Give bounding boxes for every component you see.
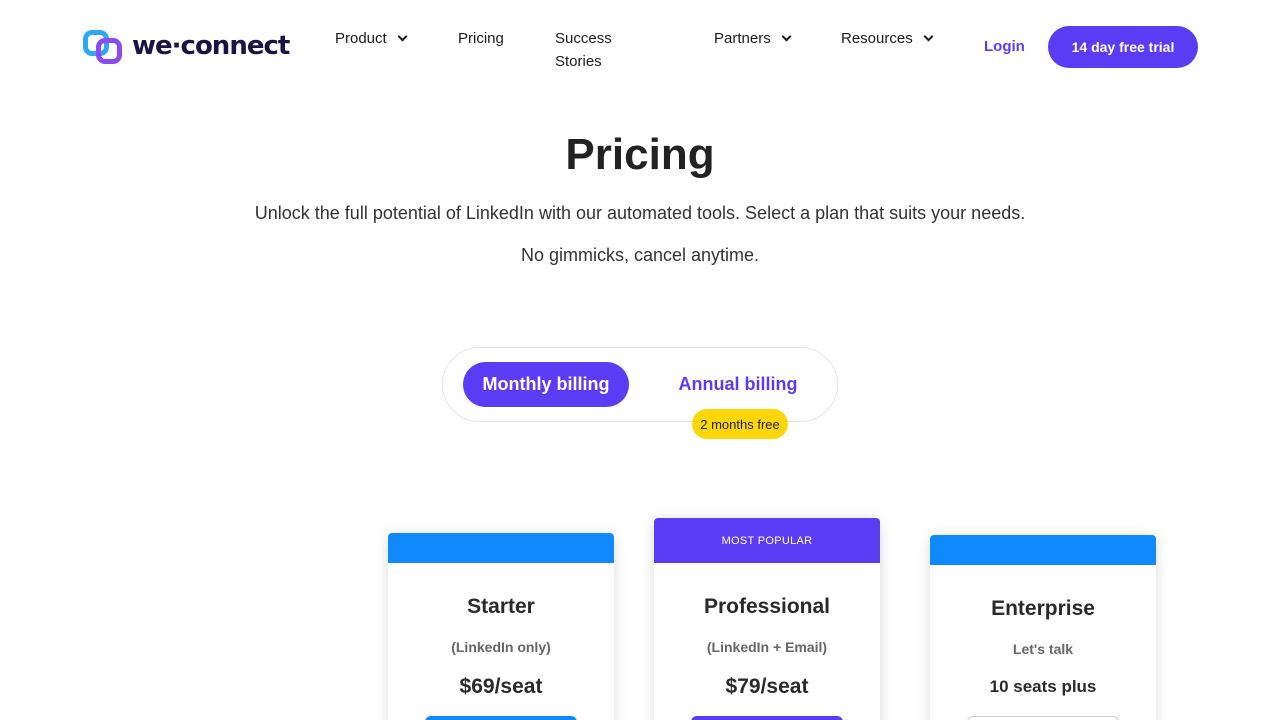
nav-item-pricing[interactable]: Pricing	[458, 27, 504, 50]
plan-card-header	[388, 533, 614, 563]
page-title: Pricing	[565, 130, 715, 179]
plan-card-starter: Starter (LinkedIn only) $69/seat	[388, 533, 614, 720]
chevron-down-icon	[397, 31, 408, 42]
plan-contact-button[interactable]	[967, 716, 1119, 720]
nav-item-label: Product	[335, 30, 387, 47]
annual-discount-badge: 2 months free	[692, 409, 788, 439]
nav-item-label: Success Stories	[555, 30, 612, 70]
nav-item-success-stories[interactable]: Success Stories	[555, 27, 612, 73]
plan-name: Enterprise	[991, 597, 1095, 620]
nav-item-product[interactable]: Product	[335, 27, 408, 50]
plan-card-enterprise: Enterprise Let's talk 10 seats plus	[930, 535, 1156, 720]
nav-item-label: Resources	[841, 30, 913, 47]
plan-description: (LinkedIn + Email)	[706, 639, 828, 655]
plan-select-button[interactable]	[691, 716, 843, 720]
linked-rings-logo-icon	[82, 28, 126, 64]
nav-item-label: Pricing	[458, 30, 504, 47]
nav-item-label: Partners	[714, 30, 771, 47]
plan-description: (LinkedIn only)	[451, 639, 551, 655]
annual-billing-button[interactable]: Annual billing	[666, 362, 810, 407]
plan-price: $79/seat	[725, 675, 809, 698]
nav-item-resources[interactable]: Resources	[841, 27, 934, 50]
nav-item-partners[interactable]: Partners	[714, 27, 792, 50]
plan-name: Professional	[703, 595, 831, 618]
page-subtitle: Unlock the full potential of LinkedIn wi…	[254, 203, 1026, 223]
chevron-down-icon	[781, 31, 792, 42]
monthly-billing-button[interactable]: Monthly billing	[463, 362, 629, 407]
most-popular-banner: MOST POPULAR	[654, 518, 880, 563]
brand-name: we·connect	[132, 31, 290, 61]
page-subtitle-secondary: No gimmicks, cancel anytime.	[520, 245, 760, 265]
plan-price: $69/seat	[459, 675, 543, 698]
plan-select-button[interactable]	[425, 716, 577, 720]
plan-card-header	[930, 535, 1156, 565]
login-link[interactable]: Login	[984, 38, 1025, 55]
chevron-down-icon	[923, 31, 934, 42]
free-trial-button[interactable]: 14 day free trial	[1048, 26, 1198, 68]
plan-name: Starter	[467, 595, 535, 618]
brand-logo[interactable]: we·connect	[82, 28, 290, 64]
plan-price: 10 seats plus	[989, 677, 1097, 696]
plan-card-professional: MOST POPULAR Professional (LinkedIn + Em…	[654, 518, 880, 720]
plan-description: Let's talk	[1012, 641, 1074, 657]
